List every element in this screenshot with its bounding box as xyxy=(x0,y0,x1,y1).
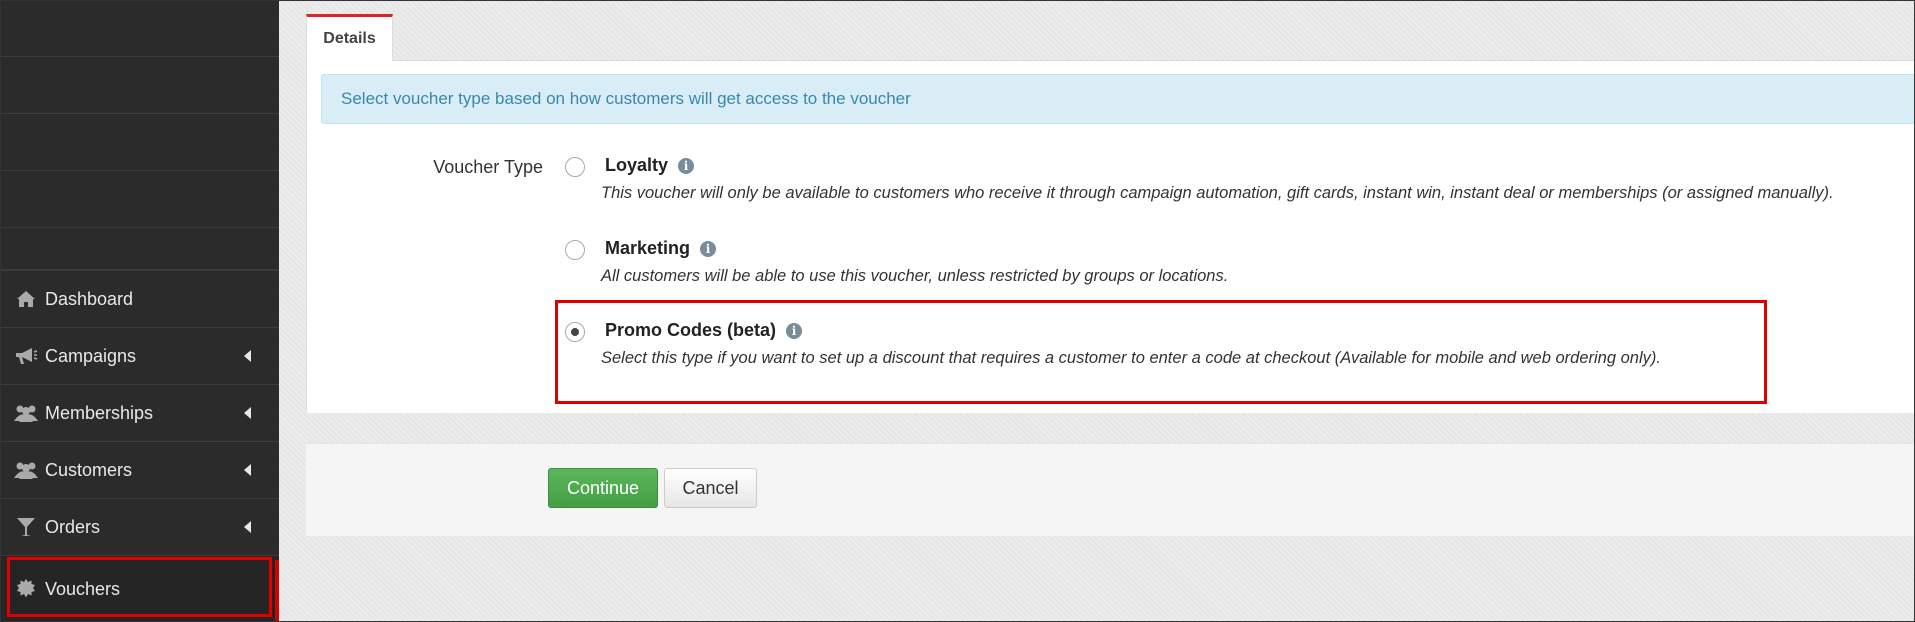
option-description: Select this type if you want to set up a… xyxy=(601,349,1661,367)
caret-left-icon xyxy=(244,350,251,362)
sidebar-item-dashboard[interactable]: Dashboard xyxy=(0,270,279,327)
users-icon xyxy=(12,459,40,481)
info-icon[interactable]: i xyxy=(700,240,717,257)
megaphone-icon xyxy=(12,345,40,367)
sidebar-blank-row xyxy=(0,114,279,171)
sidebar-item-label: Customers xyxy=(45,459,133,480)
sidebar: Dashboard Campaigns Memberships Customer… xyxy=(0,0,279,622)
sidebar-item-memberships[interactable]: Memberships xyxy=(0,384,279,441)
sidebar-item-orders[interactable]: Orders xyxy=(0,498,279,555)
option-title[interactable]: Loyalty i xyxy=(605,155,695,176)
voucher-type-label: Voucher Type xyxy=(433,157,543,177)
option-title-text: Marketing xyxy=(605,238,691,258)
home-icon xyxy=(12,288,40,310)
sidebar-item-label: Campaigns xyxy=(45,345,137,366)
option-title-text: Loyalty xyxy=(605,155,669,175)
option-title[interactable]: Marketing i xyxy=(605,238,717,259)
info-icon[interactable]: i xyxy=(786,322,803,339)
continue-button[interactable]: Continue xyxy=(548,468,658,508)
option-description: This voucher will only be available to c… xyxy=(601,184,1834,202)
radio-loyalty[interactable] xyxy=(565,157,585,177)
tab-details[interactable]: Details xyxy=(306,14,393,61)
cocktail-glass-icon xyxy=(12,516,40,538)
sidebar-blank-row xyxy=(0,57,279,114)
users-icon xyxy=(12,402,40,424)
radio-promo-codes[interactable] xyxy=(565,322,585,342)
info-icon[interactable]: i xyxy=(678,157,695,174)
caret-left-icon xyxy=(244,521,251,533)
caret-left-icon xyxy=(244,464,251,476)
sidebar-blank-row xyxy=(0,0,279,57)
sidebar-item-campaigns[interactable]: Campaigns xyxy=(0,327,279,384)
sidebar-item-label: Dashboard xyxy=(45,288,134,309)
option-title[interactable]: Promo Codes (beta) i xyxy=(605,320,803,341)
sidebar-item-customers[interactable]: Customers xyxy=(0,441,279,498)
info-alert: Select voucher type based on how custome… xyxy=(321,74,1915,124)
form-actions: Continue Cancel xyxy=(306,443,1915,536)
sidebar-item-label: Orders xyxy=(45,516,101,537)
option-description: All customers will be able to use this v… xyxy=(601,267,1229,285)
vouchers-highlight-box xyxy=(7,557,272,617)
main-content: Details Select voucher type based on how… xyxy=(279,0,1915,622)
sidebar-blank-row xyxy=(0,171,279,228)
sidebar-item-label: Memberships xyxy=(45,402,154,423)
cancel-button[interactable]: Cancel xyxy=(664,468,757,508)
details-panel: Select voucher type based on how custome… xyxy=(306,60,1915,413)
caret-left-icon xyxy=(244,407,251,419)
radio-marketing[interactable] xyxy=(565,240,585,260)
sidebar-blank-row xyxy=(0,228,279,270)
option-title-text: Promo Codes (beta) xyxy=(605,320,777,340)
